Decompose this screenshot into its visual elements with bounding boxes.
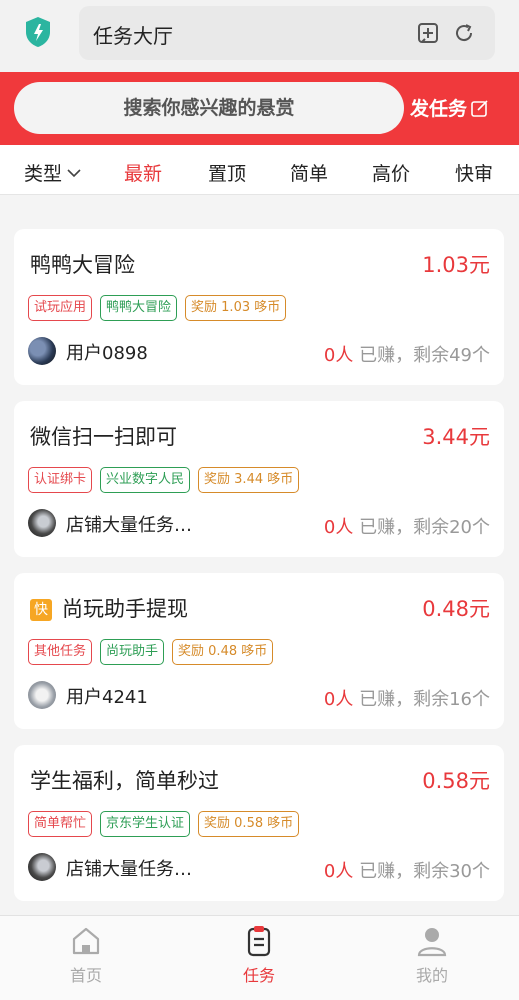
- task-stats: 0人 已赚，剩余49个: [324, 341, 490, 367]
- refresh-icon[interactable]: [453, 22, 475, 44]
- search-header: 搜索你感兴趣的悬赏 发任务: [0, 72, 519, 145]
- task-title-row: 快尚玩助手提现: [30, 593, 188, 623]
- category-tag: 其他任务: [28, 639, 93, 665]
- browser-bar: 任务大厅: [0, 0, 519, 72]
- task-icon: [247, 926, 271, 957]
- reward-tag: 奖励 3.44 哆币: [198, 467, 300, 493]
- shield-icon[interactable]: [24, 16, 52, 48]
- task-title: 学生福利，简单秒过: [30, 769, 219, 793]
- tab-high-price[interactable]: 高价: [372, 159, 410, 186]
- task-stats: 0人 已赚，剩余16个: [324, 685, 490, 711]
- earned-count: 0人: [323, 861, 354, 882]
- remaining-text: 已赚，剩余16个: [359, 689, 490, 710]
- app-tag: 京东学生认证: [100, 811, 191, 837]
- task-card[interactable]: 微信扫一扫即可 3.44元 认证绑卡 兴业数字人民 奖励 3.44 哆币 店铺大…: [14, 401, 504, 557]
- fast-review-badge: 快: [30, 599, 52, 621]
- task-stats: 0人 已赚，剩余30个: [324, 857, 490, 883]
- nav-profile[interactable]: 我的: [392, 924, 472, 986]
- avatar: [28, 337, 56, 365]
- task-title: 微信扫一扫即可: [30, 425, 177, 449]
- app-tag: 兴业数字人民: [100, 467, 191, 493]
- edit-icon: [471, 100, 488, 117]
- tab-fast-review[interactable]: 快审: [455, 159, 493, 186]
- avatar: [28, 509, 56, 537]
- profile-icon: [417, 928, 447, 957]
- task-price: 0.58元: [422, 769, 490, 793]
- remaining-text: 已赚，剩余20个: [359, 517, 490, 538]
- task-tags: 试玩应用 鸭鸭大冒险 奖励 1.03 哆币: [28, 295, 287, 321]
- publisher-name: 用户4241: [66, 687, 148, 708]
- publish-task-label: 发任务: [410, 98, 468, 120]
- task-card[interactable]: 快尚玩助手提现 0.48元 其他任务 尚玩助手 奖励 0.48 哆币 用户424…: [14, 573, 504, 729]
- category-tag: 认证绑卡: [28, 467, 93, 493]
- reward-tag: 奖励 0.48 哆币: [172, 639, 274, 665]
- reward-tag: 奖励 0.58 哆币: [198, 811, 300, 837]
- publisher-name: 店铺大量任务…: [66, 859, 192, 880]
- tab-type[interactable]: 类型: [24, 159, 82, 186]
- publish-task-button[interactable]: 发任务: [410, 94, 489, 121]
- task-title: 尚玩助手提现: [62, 597, 188, 621]
- avatar: [28, 853, 56, 881]
- app-tag: 鸭鸭大冒险: [100, 295, 178, 321]
- publisher-name: 店铺大量任务…: [66, 515, 192, 536]
- remaining-text: 已赚，剩余49个: [359, 345, 490, 366]
- task-tags: 简单帮忙 京东学生认证 奖励 0.58 哆币: [28, 811, 300, 837]
- nav-label: 首页: [69, 966, 102, 985]
- earned-count: 0人: [323, 517, 354, 538]
- tab-pinned[interactable]: 置顶: [208, 159, 246, 186]
- task-tags: 认证绑卡 兴业数字人民 奖励 3.44 哆币: [28, 467, 300, 493]
- publisher-name: 用户0898: [66, 343, 148, 364]
- search-input[interactable]: 搜索你感兴趣的悬赏: [14, 82, 404, 134]
- nav-tasks[interactable]: 任务: [219, 924, 299, 986]
- nav-label: 我的: [415, 966, 448, 985]
- earned-count: 0人: [323, 689, 354, 710]
- earned-count: 0人: [323, 345, 354, 366]
- add-bookmark-icon[interactable]: [417, 22, 439, 44]
- address-bar[interactable]: 任务大厅: [79, 6, 495, 60]
- category-tag: 试玩应用: [28, 295, 93, 321]
- tab-label: 类型: [24, 163, 63, 185]
- filter-tabs: 类型 最新 置顶 简单 高价 快审: [0, 145, 519, 195]
- bottom-nav: 首页 任务 我的: [0, 915, 519, 1000]
- task-stats: 0人 已赚，剩余20个: [324, 513, 490, 539]
- nav-label: 任务: [242, 966, 275, 985]
- task-title: 鸭鸭大冒险: [30, 253, 135, 277]
- avatar: [28, 681, 56, 709]
- task-card[interactable]: 学生福利，简单秒过 0.58元 简单帮忙 京东学生认证 奖励 0.58 哆币 店…: [14, 745, 504, 901]
- reward-tag: 奖励 1.03 哆币: [185, 295, 287, 321]
- task-price: 1.03元: [422, 253, 490, 277]
- tab-simple[interactable]: 简单: [290, 159, 328, 186]
- home-icon: [72, 927, 100, 955]
- task-price: 3.44元: [422, 425, 490, 449]
- task-card[interactable]: 鸭鸭大冒险 1.03元 试玩应用 鸭鸭大冒险 奖励 1.03 哆币 用户0898…: [14, 229, 504, 385]
- chevron-down-icon: [67, 169, 81, 178]
- remaining-text: 已赚，剩余30个: [359, 861, 490, 882]
- tab-latest[interactable]: 最新: [124, 159, 162, 186]
- category-tag: 简单帮忙: [28, 811, 93, 837]
- app-tag: 尚玩助手: [100, 639, 165, 665]
- page-title: 任务大厅: [93, 24, 173, 48]
- task-tags: 其他任务 尚玩助手 奖励 0.48 哆币: [28, 639, 274, 665]
- task-price: 0.48元: [422, 597, 490, 621]
- nav-home[interactable]: 首页: [46, 924, 126, 986]
